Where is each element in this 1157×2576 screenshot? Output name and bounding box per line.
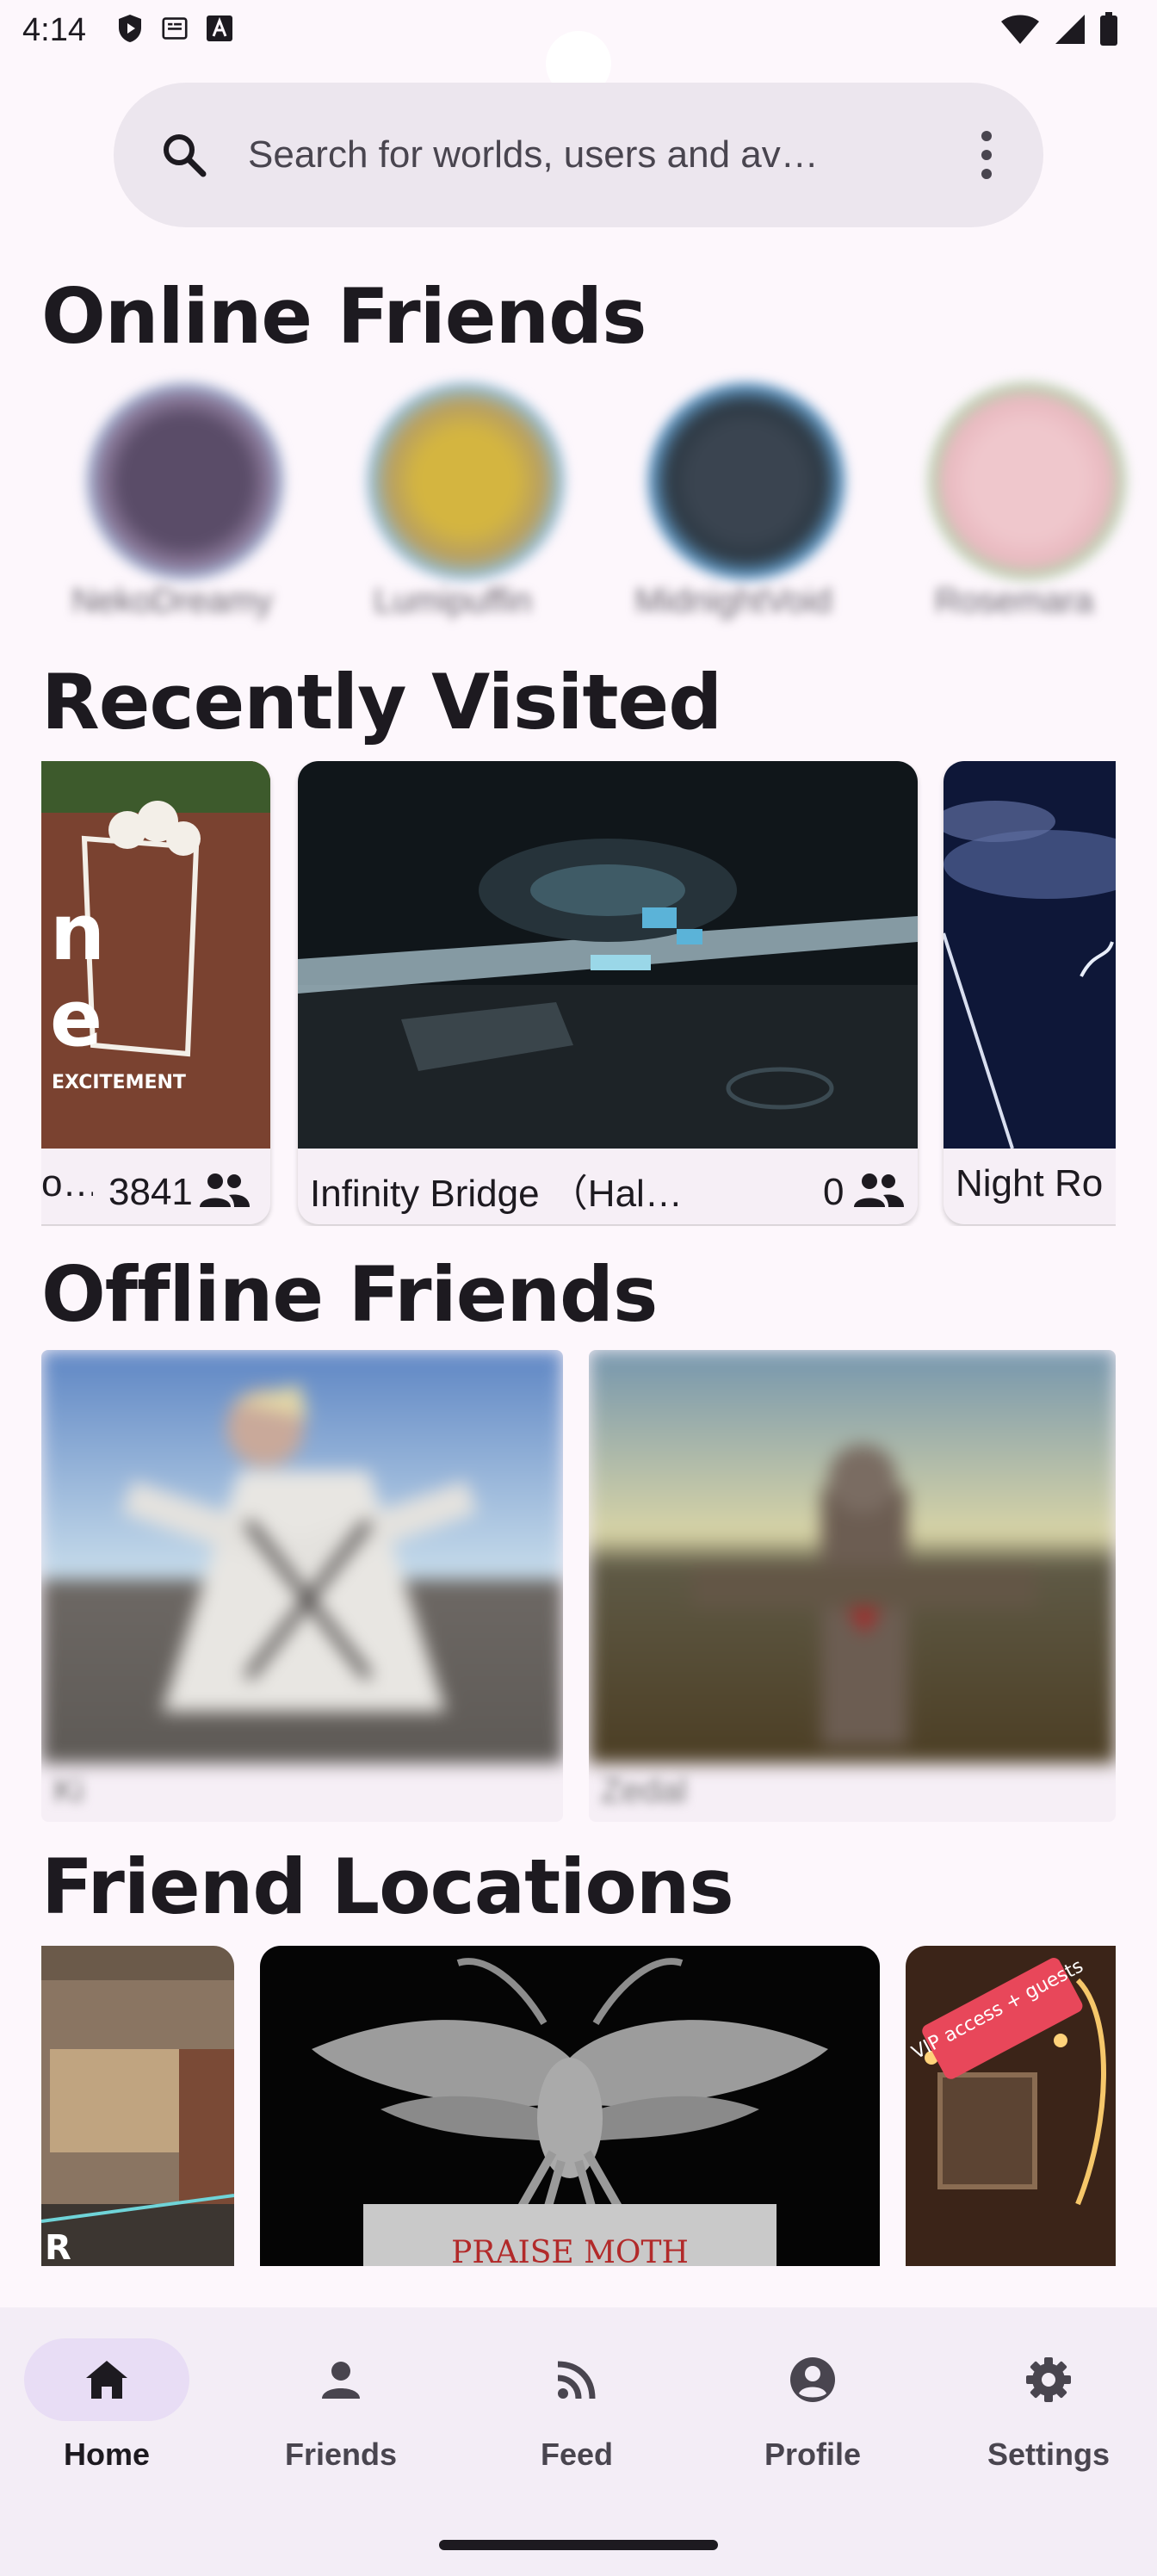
friend-avatar-image bbox=[589, 1350, 1116, 1763]
online-friend-item[interactable]: MidnightVoid bbox=[596, 365, 854, 632]
offline-friend-name: Zedal bbox=[601, 1772, 688, 1810]
bottom-navigation: Home Friends Feed Profile Settings bbox=[0, 2307, 1157, 2576]
world-name: Infinity Bridge （Hal… bbox=[310, 1173, 683, 1214]
online-friends-title: Online Friends bbox=[41, 272, 647, 361]
offline-friend-card[interactable]: Ki bbox=[41, 1350, 563, 1822]
svg-text:EXCITEMENT: EXCITEMENT bbox=[52, 1072, 186, 1093]
search-bar[interactable] bbox=[114, 83, 1043, 227]
friend-avatar-image bbox=[41, 1350, 563, 1763]
nav-label-profile: Profile bbox=[764, 2437, 862, 2472]
location-thumbnail: PRAISE MOTH bbox=[260, 1946, 880, 2266]
location-thumbnail: R bbox=[41, 1946, 234, 2266]
world-thumbnail bbox=[944, 761, 1116, 1149]
online-friends-list[interactable]: NekoDreamy Lumipuffin MidnightVoid Rosem… bbox=[34, 365, 1157, 641]
world-card[interactable]: Night Ro bbox=[944, 761, 1116, 1224]
nav-label-home: Home bbox=[63, 2437, 151, 2472]
nav-feed[interactable]: Feed bbox=[473, 2338, 680, 2511]
online-friend-name: Rosemara bbox=[934, 582, 1094, 620]
nav-label-settings: Settings bbox=[987, 2437, 1110, 2472]
battery-icon bbox=[1100, 12, 1117, 46]
people-icon bbox=[200, 1173, 250, 1207]
nav-label-friends: Friends bbox=[284, 2437, 398, 2472]
avatar[interactable] bbox=[367, 382, 565, 580]
nav-settings[interactable]: Settings bbox=[945, 2338, 1152, 2511]
location-label: PRAISE MOTH bbox=[451, 2235, 689, 2266]
online-friend-item[interactable]: Lumipuffin bbox=[315, 365, 573, 632]
account-circle-icon[interactable] bbox=[789, 2356, 837, 2404]
signal-icon bbox=[1055, 15, 1085, 44]
location-card[interactable]: VIP access + guests bbox=[906, 1946, 1116, 2266]
home-gesture-bar[interactable] bbox=[439, 2540, 718, 2550]
person-icon[interactable] bbox=[317, 2356, 365, 2404]
world-user-count: 0 bbox=[823, 1171, 845, 1213]
online-friend-item[interactable]: Rosemara bbox=[876, 365, 1135, 632]
recently-visited-title: Recently Visited bbox=[41, 658, 722, 746]
world-user-count: 3841 bbox=[108, 1171, 193, 1213]
nav-profile[interactable]: Profile bbox=[709, 2338, 916, 2511]
world-card[interactable]: Infinity Bridge （Hal… 0 bbox=[298, 761, 918, 1224]
search-input[interactable] bbox=[248, 131, 1005, 179]
location-label: R bbox=[45, 2228, 71, 2266]
svg-text:e: e bbox=[50, 974, 102, 1064]
world-thumbnail: n e EXCITEMENT bbox=[41, 761, 270, 1149]
more-vert-icon[interactable] bbox=[976, 127, 997, 183]
avatar[interactable] bbox=[647, 382, 845, 580]
world-thumbnail bbox=[298, 761, 918, 1149]
world-card[interactable]: n e EXCITEMENT o… 3841 bbox=[41, 761, 270, 1224]
home-icon[interactable] bbox=[83, 2356, 131, 2404]
offline-friends-title: Offline Friends bbox=[41, 1250, 658, 1339]
online-friend-name: MidnightVoid bbox=[634, 582, 832, 620]
offline-friend-card[interactable]: Zedal bbox=[589, 1350, 1116, 1822]
shield-play-icon bbox=[119, 15, 141, 42]
nav-friends[interactable]: Friends bbox=[238, 2338, 444, 2511]
gear-icon[interactable] bbox=[1024, 2356, 1073, 2404]
recently-visited-list[interactable]: n e EXCITEMENT o… 3841 Infinity Bridge （… bbox=[41, 761, 1116, 1226]
online-friend-name: NekoDreamy bbox=[71, 582, 273, 620]
world-name: Night Ro bbox=[956, 1162, 1104, 1204]
offline-friend-name: Ki bbox=[53, 1772, 84, 1810]
font-a-icon bbox=[207, 15, 232, 41]
svg-text:n: n bbox=[50, 888, 105, 978]
nav-label-feed: Feed bbox=[540, 2437, 614, 2472]
friend-locations-list[interactable]: R PRAISE MOTH VIP access + guests bbox=[41, 1946, 1116, 2266]
status-time: 4:14 bbox=[22, 12, 86, 48]
friend-locations-title: Friend Locations bbox=[41, 1842, 734, 1931]
online-friend-name: Lumipuffin bbox=[374, 582, 532, 620]
avatar[interactable] bbox=[928, 382, 1126, 580]
rss-feed-icon[interactable] bbox=[553, 2356, 601, 2404]
nfc-icon bbox=[162, 17, 188, 40]
world-name: o… bbox=[41, 1162, 93, 1204]
status-bar: 4:14 bbox=[0, 0, 1157, 96]
location-thumbnail: VIP access + guests bbox=[906, 1946, 1116, 2266]
search-icon[interactable] bbox=[160, 131, 208, 179]
nav-home[interactable]: Home bbox=[3, 2338, 210, 2511]
wifi-icon bbox=[1001, 15, 1039, 44]
offline-friends-list[interactable]: Ki Zedal bbox=[41, 1350, 1116, 1825]
online-friend-item[interactable]: NekoDreamy bbox=[34, 365, 293, 632]
location-card[interactable]: R bbox=[41, 1946, 234, 2266]
people-icon bbox=[854, 1173, 904, 1207]
avatar[interactable] bbox=[86, 382, 284, 580]
location-card[interactable]: PRAISE MOTH bbox=[260, 1946, 880, 2266]
